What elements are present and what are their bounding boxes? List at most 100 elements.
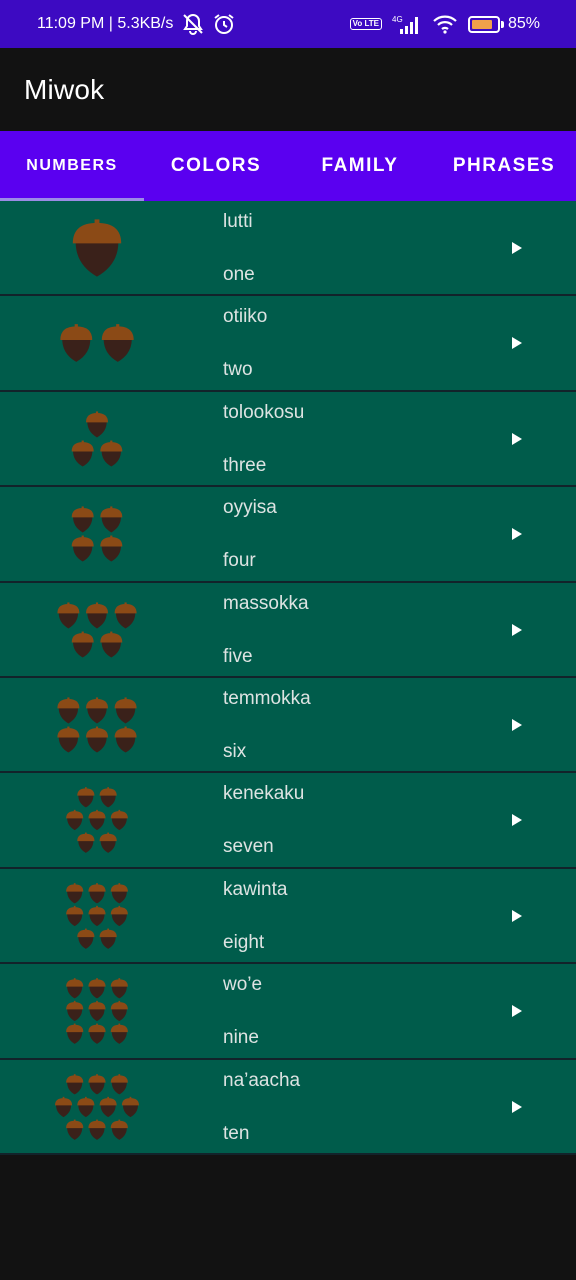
tab-colors[interactable]: COLORS	[144, 131, 288, 201]
miwok-word: tolookosu	[223, 401, 305, 423]
play-icon[interactable]	[509, 525, 525, 543]
acorn-icon	[67, 985, 83, 999]
english-word: two	[223, 359, 253, 381]
signal-icon: 4G	[392, 14, 422, 34]
english-word: three	[223, 454, 267, 476]
english-word: seven	[223, 836, 274, 858]
acorn-icon	[100, 794, 116, 808]
list-item[interactable]: oyyisa four	[0, 487, 576, 583]
acorn-icon	[75, 239, 119, 277]
acorn-icon	[89, 1080, 105, 1094]
english-word: five	[223, 645, 253, 667]
empty-area	[0, 1155, 576, 1280]
acorn-icon	[89, 890, 105, 904]
acorn-icon	[67, 1080, 83, 1094]
alarm-icon	[213, 13, 235, 35]
acorn-icon	[67, 1030, 83, 1044]
play-icon[interactable]	[509, 334, 525, 352]
play-icon[interactable]	[509, 239, 525, 257]
acorn-icon	[89, 817, 105, 831]
acorn-icon	[111, 1008, 127, 1022]
list-item[interactable]: lutti one	[0, 201, 576, 297]
acorn-icon	[89, 1008, 105, 1022]
battery-percent: 85%	[507, 15, 540, 32]
tab-numbers[interactable]: NUMBERS	[0, 131, 144, 201]
list-item[interactable]: kawinta eight	[0, 868, 576, 965]
list-item[interactable]: temmokka six	[0, 677, 576, 774]
acorn-icon	[101, 640, 121, 658]
miwok-word: kawinta	[223, 878, 288, 900]
tab-label: NUMBERS	[26, 157, 118, 174]
acorn-count-icon	[38, 400, 156, 478]
acorn-icon	[78, 794, 94, 808]
app-bar: Miwok	[0, 48, 576, 131]
acorn-count-icon	[38, 304, 156, 382]
acorn-icon	[87, 420, 107, 438]
acorn-icon	[67, 912, 83, 926]
list-item[interactable]: kenekaku seven	[0, 773, 576, 869]
acorn-icon	[58, 735, 79, 753]
english-word: four	[223, 550, 256, 572]
play-icon[interactable]	[509, 716, 525, 734]
acorn-icon	[87, 735, 107, 753]
acorn-icon	[73, 545, 93, 562]
wifi-icon	[432, 14, 458, 34]
play-icon[interactable]	[509, 430, 525, 448]
acorn-icon	[111, 1030, 127, 1044]
acorn-icon	[67, 817, 83, 831]
acorn-icon	[122, 1103, 139, 1117]
tab-bar: NUMBERS COLORS FAMILY PHRASES	[0, 131, 576, 201]
tab-phrases[interactable]: PHRASES	[432, 131, 576, 201]
acorn-icon	[73, 449, 93, 467]
svg-text:4G: 4G	[392, 15, 403, 24]
acorn-icon	[100, 840, 116, 854]
acorn-icon	[111, 890, 127, 904]
play-icon[interactable]	[509, 1002, 525, 1020]
acorn-icon	[111, 817, 127, 831]
list-item[interactable]: wo’e nine	[0, 964, 576, 1060]
list-item[interactable]: massokka five	[0, 582, 576, 678]
acorn-icon	[67, 890, 83, 904]
acorn-icon	[111, 985, 127, 999]
acorn-icon	[78, 840, 94, 854]
play-icon[interactable]	[509, 907, 525, 925]
acorn-icon	[87, 706, 107, 724]
acorn-icon	[73, 515, 93, 533]
tab-family[interactable]: FAMILY	[288, 131, 432, 201]
acorn-count-icon	[38, 209, 156, 287]
miwok-word: kenekaku	[223, 783, 305, 805]
acorn-icon	[73, 640, 93, 658]
acorn-icon	[89, 1126, 105, 1140]
word-list: lutti one otiiko two tolookosu three oyyisa fou…	[0, 201, 576, 1155]
english-word: eight	[223, 931, 265, 953]
mute-notifications-icon	[181, 13, 205, 35]
acorn-icon	[78, 935, 94, 949]
acorn-icon	[58, 611, 79, 629]
acorn-icon	[67, 1008, 83, 1022]
play-icon[interactable]	[509, 1098, 525, 1116]
acorn-icon	[89, 912, 105, 926]
acorn-icon	[101, 545, 121, 562]
acorn-icon	[115, 735, 136, 753]
list-item[interactable]: tolookosu three	[0, 391, 576, 488]
tab-label: FAMILY	[321, 155, 399, 176]
english-word: six	[223, 740, 247, 762]
list-item[interactable]: na’aacha ten	[0, 1059, 576, 1155]
acorn-count-icon	[38, 781, 156, 859]
miwok-word: oyyisa	[223, 497, 277, 519]
play-icon[interactable]	[509, 621, 525, 639]
acorn-count-icon	[38, 972, 156, 1050]
status-bar: 11:09 PM | 5.3KB/s Vo LTE 4G 85%	[0, 0, 576, 48]
list-item[interactable]: otiiko two	[0, 296, 576, 392]
acorn-icon	[115, 706, 136, 724]
english-word: nine	[223, 1027, 259, 1049]
miwok-word: massokka	[223, 592, 309, 614]
acorn-icon	[111, 912, 127, 926]
acorn-count-icon	[38, 591, 156, 669]
tab-label: PHRASES	[452, 155, 556, 176]
acorn-icon	[111, 1080, 127, 1094]
acorn-icon	[62, 338, 91, 363]
tab-label: COLORS	[170, 155, 262, 176]
acorn-icon	[55, 1103, 72, 1117]
play-icon[interactable]	[509, 811, 525, 829]
